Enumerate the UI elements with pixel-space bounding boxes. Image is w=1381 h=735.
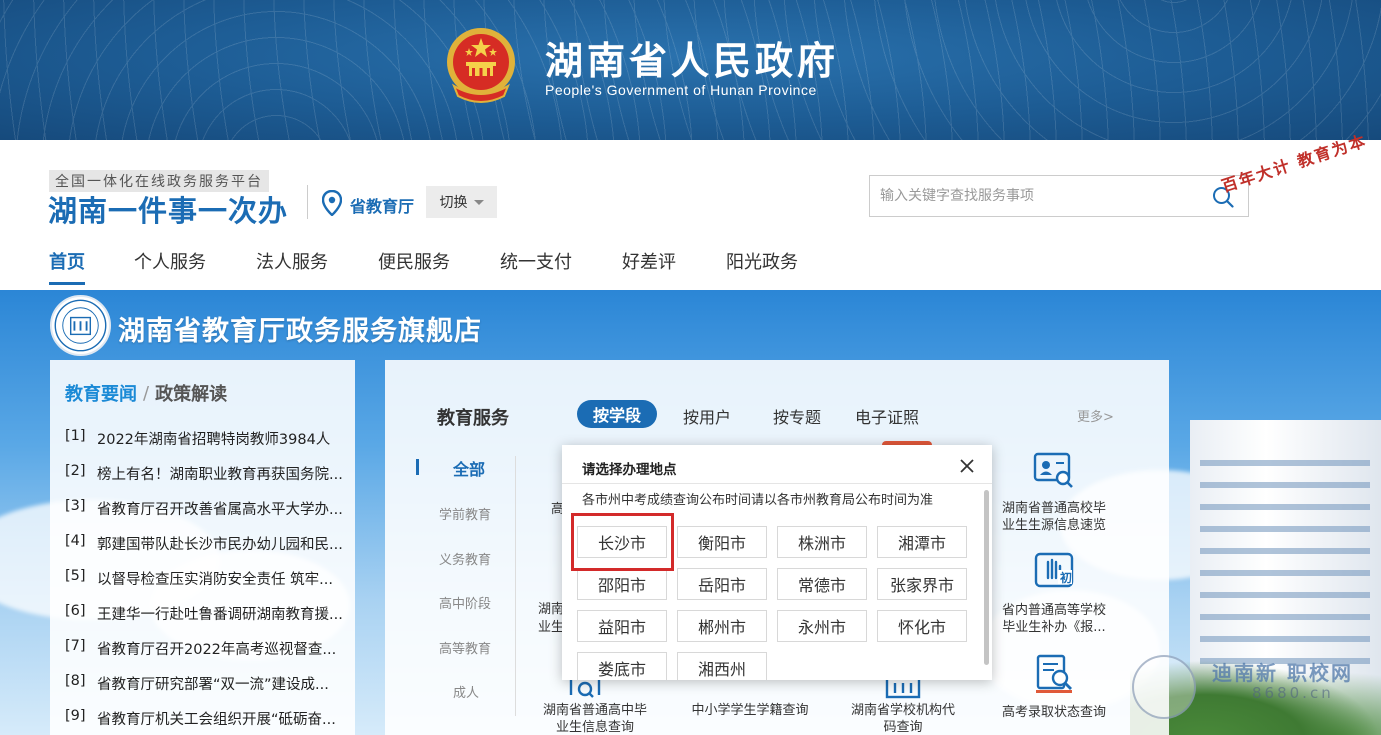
news-item[interactable]: [9] 省教育厅机关工会组织开展“砥砺奋... [65, 708, 349, 735]
tab-by-topic[interactable]: 按专题 [773, 404, 821, 428]
current-location: 省教育厅 [350, 197, 415, 216]
main-nav: 首页 个人服务 法人服务 便民服务 统一支付 好差评 阳光政务 [0, 240, 1381, 290]
city-option[interactable]: 岳阳市 [677, 568, 767, 600]
news-item[interactable]: [5] 以督导检查压实消防安全责任 筑牢... [65, 568, 349, 603]
service-card[interactable]: 中小学学生学籍查询 [685, 702, 815, 719]
news-item[interactable]: [4] 郭建国带队赴长沙市民办幼儿园和民... [65, 533, 349, 568]
side-item-higher-education[interactable]: 高等教育 [439, 638, 491, 657]
news-item[interactable]: [1] 2022年湖南省招聘特岗教师3984人 [65, 428, 349, 463]
more-link[interactable]: 更多> [1077, 406, 1114, 425]
city-option[interactable]: 常德市 [777, 568, 867, 600]
tab-education-news[interactable]: 教育要闻 [65, 380, 137, 406]
side-item-preschool[interactable]: 学前教育 [439, 504, 491, 523]
news-item[interactable]: [7] 省教育厅召开2022年高考巡视督查... [65, 638, 349, 673]
header-divider [307, 185, 308, 219]
switch-label: 切换 [439, 195, 468, 211]
city-option[interactable]: 张家界市 [877, 568, 967, 600]
city-option[interactable]: 湘西州 [677, 652, 767, 680]
side-item-adult[interactable]: 成人 [453, 682, 479, 701]
city-option[interactable]: 怀化市 [877, 610, 967, 642]
service-card[interactable]: 初 省内普通高等学校 毕业生补办《报... [989, 550, 1119, 636]
watermark-number: 8680.cn [1252, 684, 1334, 702]
city-option[interactable]: 娄底市 [577, 652, 667, 680]
service-card[interactable]: 高考录取状态查询 [989, 652, 1119, 721]
dialog-divider [562, 483, 992, 484]
caret-down-icon [473, 199, 484, 205]
nav-corporate-services[interactable]: 法人服务 [256, 248, 328, 274]
news-item[interactable]: [6] 王建华一行赴吐鲁番调研湖南教育援... [65, 603, 349, 638]
news-item[interactable]: [2] 榜上有名！湖南职业教育再获国务院... [65, 463, 349, 498]
dialog-scrollbar[interactable] [984, 490, 989, 665]
switch-location-button[interactable]: 切换 [426, 186, 497, 218]
side-item-all[interactable]: 全部 [453, 456, 485, 480]
close-icon[interactable] [958, 457, 976, 475]
news-tabs: 教育要闻 / 政策解读 [65, 380, 227, 406]
city-option[interactable]: 永州市 [777, 610, 867, 642]
service-card[interactable]: 湖南省普通高校毕 业生生源信息速览 [989, 448, 1119, 534]
city-option[interactable]: 益阳市 [577, 610, 667, 642]
city-option[interactable]: 邵阳市 [577, 568, 667, 600]
services-title: 教育服务 [437, 408, 509, 429]
government-title: 湖南省人民政府 [545, 39, 840, 83]
report-search-icon [1036, 654, 1072, 693]
government-banner: 湖南省人民政府 People's Government of Hunan Pro… [0, 0, 1381, 140]
svg-text:初: 初 [1060, 570, 1072, 585]
side-active-indicator [416, 459, 419, 475]
city-option[interactable]: 株洲市 [777, 526, 867, 558]
watermark-logo [1132, 655, 1196, 719]
platform-name[interactable]: 湖南一件事一次办 [48, 188, 288, 230]
watermark-text: 迪南新 职校网 [1212, 661, 1353, 685]
search-box [869, 175, 1249, 217]
sidebar-divider [515, 456, 516, 716]
side-item-compulsory[interactable]: 义务教育 [439, 549, 491, 568]
store-title: 湖南省教育厅政务服务旗舰店 [118, 316, 482, 347]
dialog-title: 请选择办理地点 [582, 462, 677, 478]
tab-policy-interpretation[interactable]: 政策解读 [155, 380, 227, 406]
side-item-high-school[interactable]: 高中阶段 [439, 593, 491, 612]
search-input[interactable] [870, 176, 1190, 216]
dialog-note: 各市州中考成绩查询公布时间请以各市州教育局公布时间为准 [582, 493, 934, 508]
tab-separator: / [143, 382, 150, 404]
partial-card-text: 湖南 [538, 602, 565, 617]
nav-personal-services[interactable]: 个人服务 [134, 248, 206, 274]
nav-home[interactable]: 首页 [49, 248, 85, 274]
tab-e-certificate[interactable]: 电子证照 [855, 404, 919, 428]
id-card-search-icon [1033, 452, 1073, 488]
news-item[interactable]: [3] 省教育厅召开改善省属高水平大学办... [65, 498, 349, 533]
location-select-dialog: 请选择办理地点 各市州中考成绩查询公布时间请以各市州教育局公布时间为准 长沙市 … [562, 445, 992, 680]
national-emblem-icon [447, 28, 515, 103]
partial-card-text: 业生 [538, 620, 565, 635]
city-option[interactable]: 长沙市 [577, 526, 667, 558]
nav-open-government[interactable]: 阳光政务 [726, 248, 798, 274]
service-card[interactable]: 湖南省学校机构代 码查询 [838, 702, 968, 735]
government-subtitle: People's Government of Hunan Province [545, 82, 817, 98]
news-list: [1] 2022年湖南省招聘特岗教师3984人 [2] 榜上有名！湖南职业教育再获国… [65, 428, 349, 735]
education-dept-logo-icon [50, 295, 111, 356]
tab-by-stage[interactable]: 按学段 [577, 400, 657, 428]
city-option[interactable]: 郴州市 [677, 610, 767, 642]
map-pin-icon [322, 190, 342, 216]
nav-rating[interactable]: 好差评 [622, 248, 676, 274]
nav-convenience-services[interactable]: 便民服务 [378, 248, 450, 274]
news-item[interactable]: [8] 省教育厅研究部署“双一流”建设成... [65, 673, 349, 708]
tab-by-user[interactable]: 按用户 [683, 404, 731, 428]
city-option[interactable]: 衡阳市 [677, 526, 767, 558]
service-card[interactable]: 湖南省普通高中毕 业生信息查询 [530, 702, 660, 735]
nav-unified-payment[interactable]: 统一支付 [500, 248, 572, 274]
hand-stop-icon: 初 [1034, 552, 1074, 588]
nav-active-indicator [49, 282, 85, 285]
news-panel: 教育要闻 / 政策解读 [1] 2022年湖南省招聘特岗教师3984人 [2] 榜上… [50, 360, 355, 735]
city-option[interactable]: 湘潭市 [877, 526, 967, 558]
